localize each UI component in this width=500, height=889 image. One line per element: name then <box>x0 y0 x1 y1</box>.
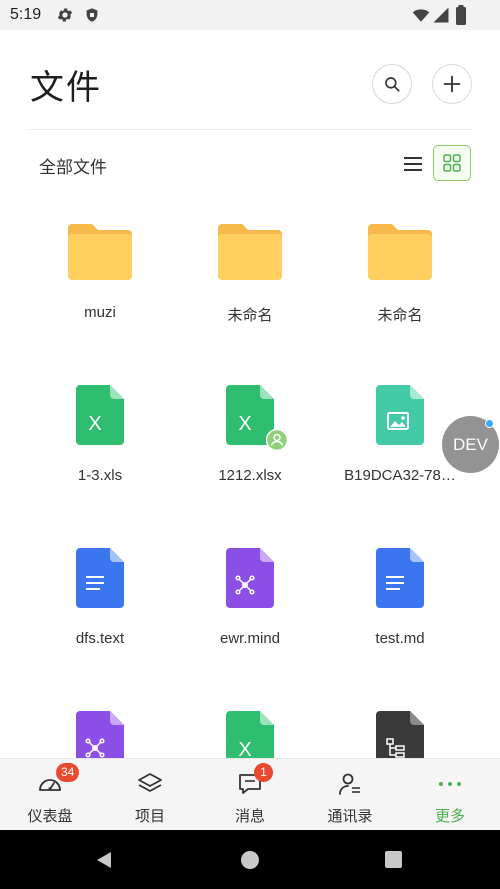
nav-label: 项目 <box>134 808 165 825</box>
nav-item-dashboard[interactable]: 34 仪表盘 <box>0 759 100 831</box>
plus-icon <box>443 75 461 93</box>
signal-icon <box>433 7 449 23</box>
nav-item-contacts[interactable]: 通讯录 <box>300 759 400 831</box>
flowchart-file-icon <box>376 711 424 758</box>
list-view-button[interactable] <box>401 152 425 176</box>
page-title: 文件 <box>30 69 102 107</box>
nav-label: 仪表盘 <box>27 808 73 825</box>
svg-text:X: X <box>238 413 251 435</box>
bottom-nav: 34 仪表盘 项目 1 消息 通讯录 更多 <box>0 758 500 830</box>
more-dots-icon <box>439 782 461 786</box>
file-item-folder[interactable]: 未命名 <box>170 190 330 340</box>
nav-item-projects[interactable]: 项目 <box>100 759 200 831</box>
file-item-excel[interactable]: X 1-3.xls <box>20 353 180 503</box>
mindmap-file-icon <box>226 548 274 608</box>
svg-text:X: X <box>88 413 101 435</box>
folder-icon <box>368 224 432 280</box>
search-icon <box>385 77 400 92</box>
file-name: 未命名 <box>227 307 273 324</box>
list-view-icon <box>404 157 422 171</box>
shield-icon <box>86 8 98 22</box>
file-item-flow[interactable] <box>320 679 480 758</box>
excel-file-icon: X <box>226 711 274 758</box>
grid-view-icon <box>443 154 461 172</box>
folder-icon <box>218 224 282 280</box>
file-name: dfs.text <box>75 630 125 647</box>
file-item-mind[interactable]: ewr.mind <box>170 516 330 666</box>
dev-notification-dot <box>485 419 494 428</box>
image-file-icon <box>376 385 424 445</box>
home-icon[interactable] <box>241 851 259 869</box>
file-item-folder[interactable]: muzi <box>20 190 180 340</box>
back-icon[interactable] <box>94 850 114 870</box>
file-item-folder[interactable]: 未命名 <box>320 190 480 340</box>
wifi-icon <box>412 9 430 22</box>
status-bar: 5:19 <box>0 0 500 30</box>
file-item-excel-shared[interactable]: X 1212.xlsx <box>170 353 330 503</box>
gear-icon <box>57 8 73 22</box>
recent-apps-icon[interactable] <box>385 851 402 868</box>
excel-file-icon: X <box>76 385 124 445</box>
status-time: 5:19 <box>10 6 42 23</box>
file-name: test.md <box>375 630 425 647</box>
layers-icon <box>138 773 162 792</box>
mindmap-file-icon <box>76 711 124 758</box>
messages-badge: 1 <box>254 763 273 782</box>
nav-label: 通讯录 <box>327 808 373 825</box>
system-nav-bar <box>0 830 500 889</box>
file-name: 1212.xlsx <box>218 467 282 484</box>
file-item-excel[interactable]: X <box>170 679 330 758</box>
document-file-icon <box>76 548 124 608</box>
search-button[interactable] <box>372 64 412 104</box>
nav-label: 消息 <box>234 808 265 825</box>
nav-item-more[interactable]: 更多 <box>400 759 500 831</box>
file-grid: muzi 未命名 未命名 X 1-3.xls X 1212.xlsx B19DC… <box>0 190 500 758</box>
add-button[interactable] <box>432 64 472 104</box>
contacts-icon <box>339 773 360 795</box>
file-name: muzi <box>84 304 116 321</box>
breadcrumb[interactable]: 全部文件 <box>39 153 107 178</box>
folder-icon <box>68 224 132 280</box>
grid-view-button[interactable] <box>433 145 471 181</box>
file-item-doc[interactable]: test.md <box>320 516 480 666</box>
battery-icon <box>456 5 466 25</box>
svg-text:X: X <box>238 739 251 758</box>
header-divider <box>28 129 472 130</box>
file-name: 未命名 <box>377 307 423 324</box>
file-name: ewr.mind <box>219 630 281 647</box>
file-item-mind[interactable] <box>20 679 180 758</box>
dashboard-badge: 34 <box>56 763 80 782</box>
file-name: 1-3.xls <box>77 467 123 484</box>
nav-item-messages[interactable]: 1 消息 <box>200 759 300 831</box>
nav-label: 更多 <box>434 808 465 825</box>
file-item-doc[interactable]: dfs.text <box>20 516 180 666</box>
document-file-icon <box>376 548 424 608</box>
shared-user-icon <box>266 429 288 451</box>
